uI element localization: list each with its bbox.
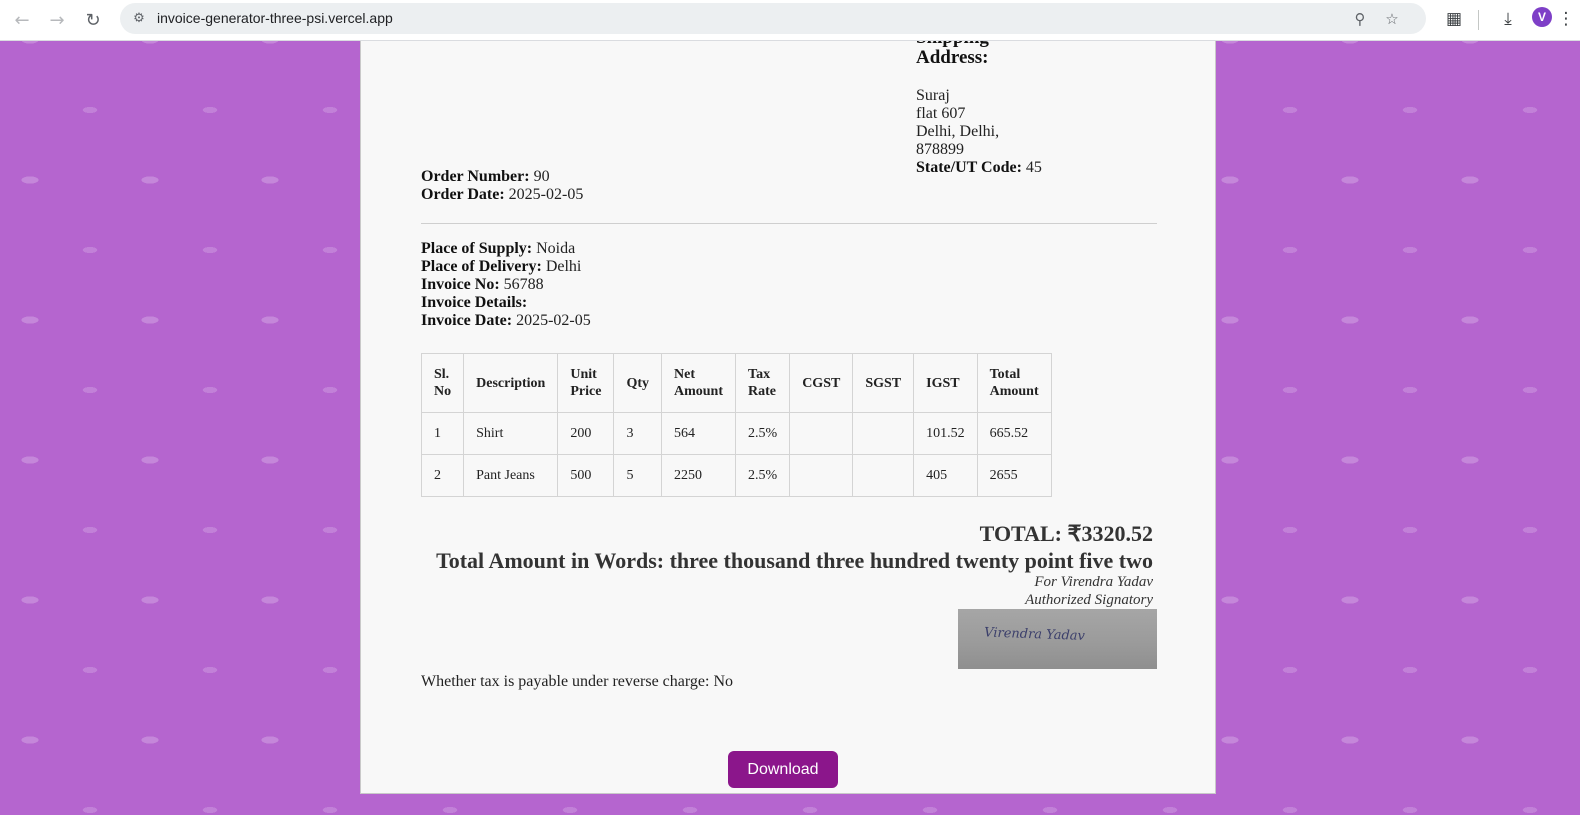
url-text[interactable]: invoice-generator-three-psi.vercel.app [157, 10, 393, 26]
cell-sl-no: 2 [420, 454, 465, 497]
invoice-details: Invoice Details: [421, 294, 527, 312]
invoice-no-value: 56788 [499, 276, 544, 293]
cell-cgst [789, 412, 854, 455]
for-company-line: For Virendra Yadav [1034, 574, 1153, 590]
shipping-name: Suraj [916, 87, 950, 104]
column-header-igst: IGST [913, 353, 978, 413]
table-row: 2 Pant Jeans 500 5 2250 2.5% 405 2655 [420, 454, 1052, 497]
cell-igst: 101.52 [913, 412, 978, 455]
cell-unit-price: 500 [557, 454, 615, 497]
delivery-label: Place of Delivery: [421, 258, 542, 275]
reverse-charge-note: Whether tax is payable under reverse cha… [421, 673, 734, 690]
column-header-tax-rate: Tax Rate [735, 353, 791, 413]
supply-value: Noida [532, 240, 576, 257]
cell-total-amount: 665.52 [976, 412, 1052, 455]
more-icon[interactable]: ⋮ [1556, 5, 1576, 33]
shipping-line2: Delhi, Delhi, [916, 123, 1000, 140]
section-divider [421, 223, 1157, 224]
browser-toolbar: ← → ↻ ⚙ invoice-generator-three-psi.verc… [0, 0, 1580, 41]
place-of-delivery: Place of Delivery: Delhi [421, 258, 581, 276]
cell-description: Shirt [463, 412, 559, 455]
order-number-label: Order Number: [421, 168, 530, 185]
download-icon[interactable]: ⤓ [1494, 5, 1522, 33]
back-icon[interactable]: ← [7, 5, 37, 35]
cell-net-amount: 2250 [660, 454, 737, 497]
site-settings-icon[interactable]: ⚙ [130, 9, 148, 27]
invoice-no-label: Invoice No: [421, 276, 500, 293]
invoice-details-label: Invoice Details: [421, 294, 528, 311]
cell-sgst [852, 454, 915, 497]
address-bar[interactable]: ⚙ invoice-generator-three-psi.vercel.app… [120, 3, 1426, 34]
column-header-qty: Qty [613, 353, 662, 413]
order-date: Order Date: 2025-02-05 [421, 186, 583, 204]
column-header-cgst: CGST [789, 353, 854, 413]
invoice-page: Shipping Address: Suraj flat 607 Delhi, … [360, 41, 1216, 794]
shipping-line1: flat 607 [916, 105, 966, 122]
invoice-number: Invoice No: 56788 [421, 276, 544, 294]
cell-cgst [789, 454, 854, 497]
extensions-icon[interactable]: ▦ [1440, 5, 1468, 33]
state-code-value: 45 [1021, 159, 1042, 176]
cell-sl-no: 1 [420, 412, 465, 455]
cell-sgst [852, 412, 915, 455]
avatar[interactable]: V [1532, 7, 1552, 27]
download-button[interactable]: Download [728, 751, 838, 788]
items-table: Sl. No Description Unit Price Qty Net Amount Tax… [420, 353, 1052, 497]
cell-igst: 405 [913, 454, 978, 497]
place-of-supply: Place of Supply: Noida [421, 240, 575, 258]
toolbar-divider [1478, 10, 1479, 30]
signature-text: Virendra Yadav [984, 625, 1086, 644]
cell-tax-rate: 2.5% [735, 454, 791, 497]
column-header-sgst: SGST [852, 353, 915, 413]
cell-qty: 5 [613, 454, 662, 497]
column-header-unit-price: Unit Price [557, 353, 615, 413]
order-date-value: 2025-02-05 [504, 186, 584, 203]
cell-tax-rate: 2.5% [735, 412, 791, 455]
forward-icon[interactable]: → [42, 5, 72, 35]
column-header-sl-no: Sl. No [420, 353, 465, 413]
reload-icon[interactable]: ↻ [78, 5, 108, 35]
signature-image: Virendra Yadav [958, 609, 1157, 669]
total-in-words: Total Amount in Words: three thousand th… [436, 548, 1153, 573]
cell-description: Pant Jeans [463, 454, 559, 497]
column-header-total-amount: Total Amount [976, 353, 1052, 413]
delivery-value: Delhi [541, 258, 582, 275]
column-header-description: Description [463, 353, 559, 413]
invoice-date-value: 2025-02-05 [512, 312, 591, 329]
table-row: 1 Shirt 200 3 564 2.5% 101.52 665.52 [420, 412, 1052, 455]
cell-net-amount: 564 [660, 412, 737, 455]
order-number-value: 90 [529, 168, 550, 185]
table-body: 1 Shirt 200 3 564 2.5% 101.52 665.52 2 Pant Jeans… [420, 412, 1052, 497]
state-code: State/UT Code: 45 [916, 159, 1042, 177]
invoice-date-label: Invoice Date: [421, 312, 513, 329]
table-header-row: Sl. No Description Unit Price Qty Net Amount Tax… [420, 353, 1052, 413]
location-icon[interactable]: ⚲ [1349, 8, 1371, 30]
cell-qty: 3 [613, 412, 662, 455]
column-header-net-amount: Net Amount [660, 353, 737, 413]
invoice-total: TOTAL: ₹3320.52 [979, 521, 1153, 546]
order-number: Order Number: 90 [421, 168, 550, 186]
cell-total-amount: 2655 [976, 454, 1052, 497]
order-date-label: Order Date: [421, 186, 505, 203]
state-code-label: State/UT Code: [916, 159, 1022, 176]
shipping-heading: Address: [916, 47, 989, 68]
shipping-pincode: 878899 [916, 141, 964, 158]
supply-label: Place of Supply: [421, 240, 533, 257]
cell-unit-price: 200 [557, 412, 615, 455]
invoice-date: Invoice Date: 2025-02-05 [421, 312, 591, 330]
bookmark-star-icon[interactable]: ☆ [1381, 8, 1403, 30]
authorized-signatory-label: Authorized Signatory [1025, 592, 1153, 608]
